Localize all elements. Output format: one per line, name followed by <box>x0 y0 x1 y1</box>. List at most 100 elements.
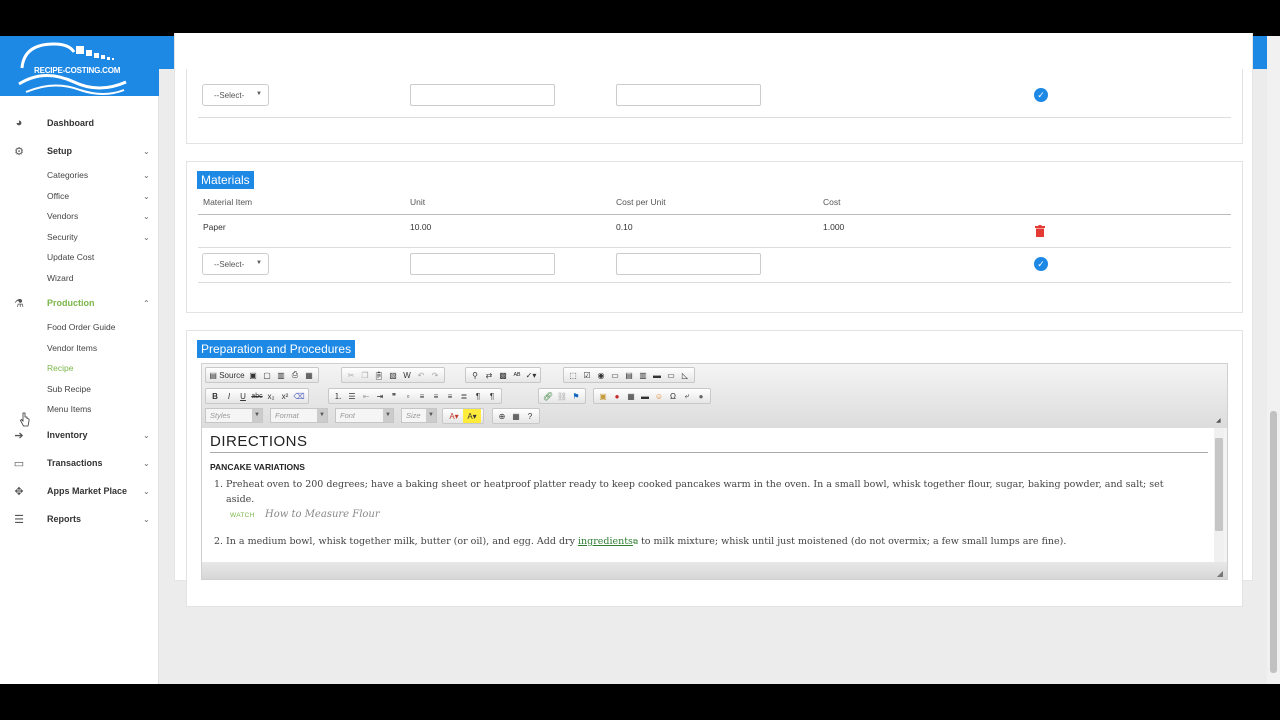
show-blocks-icon[interactable]: ▦ <box>509 409 523 423</box>
cost-per-unit-input[interactable] <box>616 84 761 106</box>
rtl-icon[interactable]: ¶ <box>485 389 499 403</box>
sidebar-item-update-cost[interactable]: Update Cost <box>0 248 159 266</box>
image-icon[interactable]: ▣ <box>596 389 610 403</box>
scayt-icon[interactable]: ✓▾ <box>524 368 538 382</box>
ltr-icon[interactable]: ¶ <box>471 389 485 403</box>
sidebar-item-production[interactable]: ⚗ Production ⌃ <box>0 292 159 314</box>
paste-text-icon[interactable]: ▧ <box>386 368 400 382</box>
textfield-icon[interactable]: ▭ <box>608 368 622 382</box>
indent-icon[interactable]: ⇥ <box>373 389 387 403</box>
sidebar-item-security[interactable]: Security ⌄ <box>0 228 159 246</box>
cut-icon[interactable]: ✂ <box>344 368 358 382</box>
sidebar-item-food-order-guide[interactable]: Food Order Guide <box>0 318 159 336</box>
find-icon[interactable]: ⚲ <box>468 368 482 382</box>
align-left-icon[interactable]: ≡ <box>415 389 429 403</box>
select-field-icon[interactable]: ▥ <box>636 368 650 382</box>
unit-input[interactable] <box>410 84 555 106</box>
ingredients-link[interactable]: ingredients <box>578 536 633 547</box>
watch-video-title[interactable]: How to Measure Flour <box>265 509 380 520</box>
superscript-icon[interactable]: x² <box>278 389 292 403</box>
sidebar-item-setup[interactable]: ⚙ Setup ⌄ <box>0 140 159 162</box>
italic-icon[interactable]: I <box>222 389 236 403</box>
source-button[interactable]: ▤ Source <box>208 368 246 382</box>
blockquote-icon[interactable]: ❞ <box>387 389 401 403</box>
special-char-icon[interactable]: Ω <box>666 389 680 403</box>
align-center-icon[interactable]: ≡ <box>429 389 443 403</box>
strike-icon[interactable]: abc <box>250 389 264 403</box>
sidebar-item-vendor-items[interactable]: Vendor Items <box>0 339 159 357</box>
maximize-icon[interactable]: ⊕ <box>495 409 509 423</box>
size-combo[interactable]: Size ▼ <box>401 408 437 423</box>
sidebar-item-vendors[interactable]: Vendors ⌄ <box>0 207 159 225</box>
caret-down-icon: ▼ <box>383 409 393 422</box>
numbered-list-icon[interactable]: ⒈ <box>331 389 345 403</box>
page-break-icon[interactable]: ⤶ <box>680 389 694 403</box>
about-icon[interactable]: ? <box>523 409 537 423</box>
sidebar-item-wizard[interactable]: Wizard <box>0 269 159 287</box>
horizontal-rule-icon[interactable]: ▬ <box>638 389 652 403</box>
material-unit-input[interactable] <box>410 253 555 275</box>
paste-word-icon[interactable]: W <box>400 368 414 382</box>
new-page-icon[interactable]: ▢ <box>260 368 274 382</box>
paste-icon[interactable]: 📋︎ <box>372 368 386 382</box>
item-select[interactable]: --Select- ▼ <box>202 84 269 106</box>
form-icon[interactable]: ⬚ <box>566 368 580 382</box>
collapse-toolbar-icon[interactable]: ◢ <box>1216 417 1221 424</box>
sidebar-item-categories[interactable]: Categories ⌄ <box>0 166 159 184</box>
add-material-check-icon[interactable]: ✓ <box>1034 257 1048 271</box>
trash-icon[interactable] <box>1035 225 1045 237</box>
preview-icon[interactable]: ▥ <box>274 368 288 382</box>
styles-combo[interactable]: Styles ▼ <box>205 408 263 423</box>
spellcheck-icon[interactable]: ᴬᴮ <box>510 368 524 382</box>
material-select[interactable]: --Select- ▼ <box>202 253 269 275</box>
text-color-icon[interactable]: A▾ <box>445 409 463 423</box>
copy-icon[interactable]: ❐ <box>358 368 372 382</box>
align-right-icon[interactable]: ≡ <box>443 389 457 403</box>
bold-icon[interactable]: B <box>208 389 222 403</box>
sidebar-item-transactions[interactable]: ▭ Transactions ⌄ <box>0 452 159 474</box>
sidebar-item-dashboard[interactable]: ◕ Dashboard <box>0 112 159 134</box>
hidden-field-icon[interactable]: ◺ <box>678 368 692 382</box>
page-scrollbar-thumb[interactable] <box>1270 411 1277 673</box>
underline-icon[interactable]: U <box>236 389 250 403</box>
justify-icon[interactable]: ≣ <box>457 389 471 403</box>
checkbox-icon[interactable]: ☑ <box>580 368 594 382</box>
sidebar-item-office[interactable]: Office ⌄ <box>0 187 159 205</box>
format-combo[interactable]: Format ▼ <box>270 408 328 423</box>
radio-icon[interactable]: ◉ <box>594 368 608 382</box>
image-button-icon[interactable]: ▭ <box>664 368 678 382</box>
anchor-icon[interactable]: ⚑ <box>569 389 583 403</box>
editor-scrollbar-thumb[interactable] <box>1215 438 1223 531</box>
sidebar-item-reports[interactable]: ☰ Reports ⌄ <box>0 508 159 530</box>
textarea-icon[interactable]: ▤ <box>622 368 636 382</box>
print-icon[interactable]: ⎙ <box>288 368 302 382</box>
redo-icon[interactable]: ↷ <box>428 368 442 382</box>
save-icon[interactable]: ▣ <box>246 368 260 382</box>
editor-content-area[interactable]: DIRECTIONS PANCAKE VARIATIONS 1. Preheat… <box>202 428 1214 562</box>
button-field-icon[interactable]: ▬ <box>650 368 664 382</box>
font-combo[interactable]: Font ▼ <box>335 408 394 423</box>
link-icon[interactable]: 🔗︎ <box>541 389 555 403</box>
sidebar-item-apps-market-place[interactable]: ✥ Apps Market Place ⌄ <box>0 480 159 502</box>
flash-icon[interactable]: ● <box>610 389 624 403</box>
undo-icon[interactable]: ↶ <box>414 368 428 382</box>
templates-icon[interactable]: ▦ <box>302 368 316 382</box>
sidebar-item-sub-recipe[interactable]: Sub Recipe <box>0 380 159 398</box>
resize-handle-icon[interactable]: ◢ <box>1217 569 1223 578</box>
iframe-icon[interactable]: ● <box>694 389 708 403</box>
unlink-icon[interactable]: ⛓ <box>555 389 569 403</box>
select-all-icon[interactable]: ▩ <box>496 368 510 382</box>
bulleted-list-icon[interactable]: ☰ <box>345 389 359 403</box>
smiley-icon[interactable]: ☺ <box>652 389 666 403</box>
sidebar-item-recipe[interactable]: Recipe <box>0 359 159 377</box>
confirm-check-icon[interactable]: ✓ <box>1034 88 1048 102</box>
bg-color-icon[interactable]: A▾ <box>463 409 481 423</box>
remove-format-icon[interactable]: ⌫ <box>292 389 306 403</box>
subscript-icon[interactable]: x₂ <box>264 389 278 403</box>
div-icon[interactable]: ▫ <box>401 389 415 403</box>
logo[interactable]: RECIPE-COSTING.COM <box>0 36 159 96</box>
replace-icon[interactable]: ⇄ <box>482 368 496 382</box>
table-icon[interactable]: ▦ <box>624 389 638 403</box>
outdent-icon[interactable]: ⇤ <box>359 389 373 403</box>
material-cost-per-unit-input[interactable] <box>616 253 761 275</box>
